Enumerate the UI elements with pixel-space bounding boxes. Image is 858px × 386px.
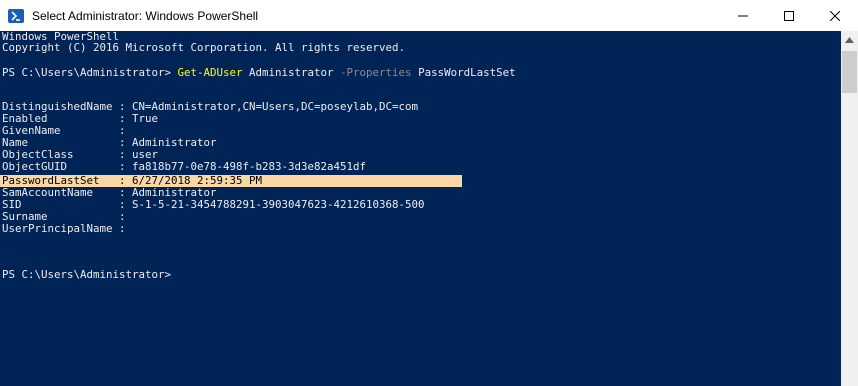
powershell-window: Select Administrator: Windows PowerShell… [0, 0, 858, 386]
minimize-icon [738, 15, 748, 16]
maximize-button[interactable] [766, 0, 812, 31]
property-row: UserPrincipalName : [2, 222, 133, 235]
property-name: ObjectGUID [2, 160, 68, 173]
command-line: PS C:\Users\Administrator> Get-ADUser Ad… [2, 67, 516, 79]
minimize-button[interactable] [720, 0, 766, 31]
maximize-icon [784, 10, 794, 21]
console-output[interactable]: Windows PowerShell Copyright (C) 2016 Mi… [0, 31, 841, 386]
argument-text: Administrator [242, 66, 341, 79]
copyright-line: Copyright (C) 2016 Microsoft Corporation… [2, 41, 406, 54]
parameter-text: -Properties [340, 66, 412, 79]
cmdlet-text: Get-ADUser [177, 66, 243, 79]
close-icon [830, 10, 840, 21]
property-value: fa818b77-0e78-498f-b283-3d3e82a451df [132, 160, 367, 173]
vertical-scrollbar[interactable] [841, 31, 858, 386]
property-row: ObjectGUID : fa818b77-0e78-498f-b283-3d3… [2, 160, 367, 173]
scroll-thumb[interactable] [842, 51, 857, 93]
scroll-up-button[interactable] [841, 31, 858, 48]
property-name: UserPrincipalName [2, 222, 113, 235]
chevron-up-icon [845, 36, 854, 43]
window-title: Select Administrator: Windows PowerShell [32, 8, 259, 23]
parameter-value-text: PassWordLastSet [411, 66, 516, 79]
prompt-text: PS C:\Users\Administrator> [2, 66, 178, 79]
final-prompt: PS C:\Users\Administrator> [2, 268, 172, 281]
property-value: CN=Administrator,CN=Users,DC=poseylab,DC… [132, 100, 419, 113]
powershell-icon [8, 8, 24, 23]
title-bar[interactable]: Select Administrator: Windows PowerShell [0, 0, 858, 31]
property-value: True [132, 112, 159, 125]
property-value: S-1-5-21-3454788291-3903047623-421261036… [132, 198, 425, 211]
close-button[interactable] [812, 0, 858, 31]
